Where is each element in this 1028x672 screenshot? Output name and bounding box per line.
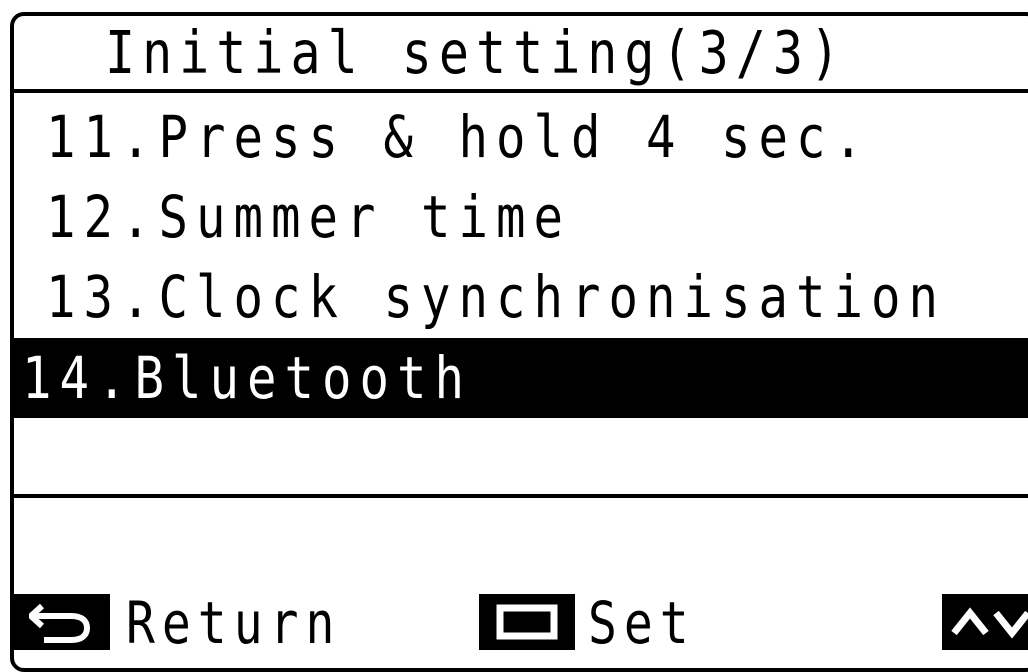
rectangle-button-icon[interactable] (479, 594, 575, 650)
footer-divider (14, 494, 1028, 498)
menu-item-label: 12.Summer time (46, 183, 572, 251)
menu-item-label: 14.Bluetooth (22, 344, 473, 412)
return-label: Return (126, 590, 342, 658)
menu-item-label: 11.Press & hold 4 sec. (46, 103, 872, 171)
screen-title: Initial setting(3/3) (14, 16, 1028, 93)
screen-title-text: Initial setting(3/3) (104, 18, 848, 87)
menu-item-bluetooth[interactable]: 14.Bluetooth (14, 338, 1028, 418)
menu-item-summer-time[interactable]: 12.Summer time (14, 178, 1028, 256)
remote-controller-screen: Initial setting(3/3) 11.Press & hold 4 s… (10, 12, 1028, 672)
menu-item-label: 13.Clock synchronisation (46, 263, 947, 331)
set-label: Set (588, 590, 696, 658)
footer-bar: Return Set (14, 590, 1028, 658)
menu-item-clock-synchronisation[interactable]: 13.Clock synchronisation (14, 258, 1028, 336)
up-down-arrows-icon[interactable] (942, 594, 1028, 650)
menu-item-press-hold[interactable]: 11.Press & hold 4 sec. (14, 98, 1028, 176)
return-arrow-icon[interactable] (14, 594, 110, 650)
